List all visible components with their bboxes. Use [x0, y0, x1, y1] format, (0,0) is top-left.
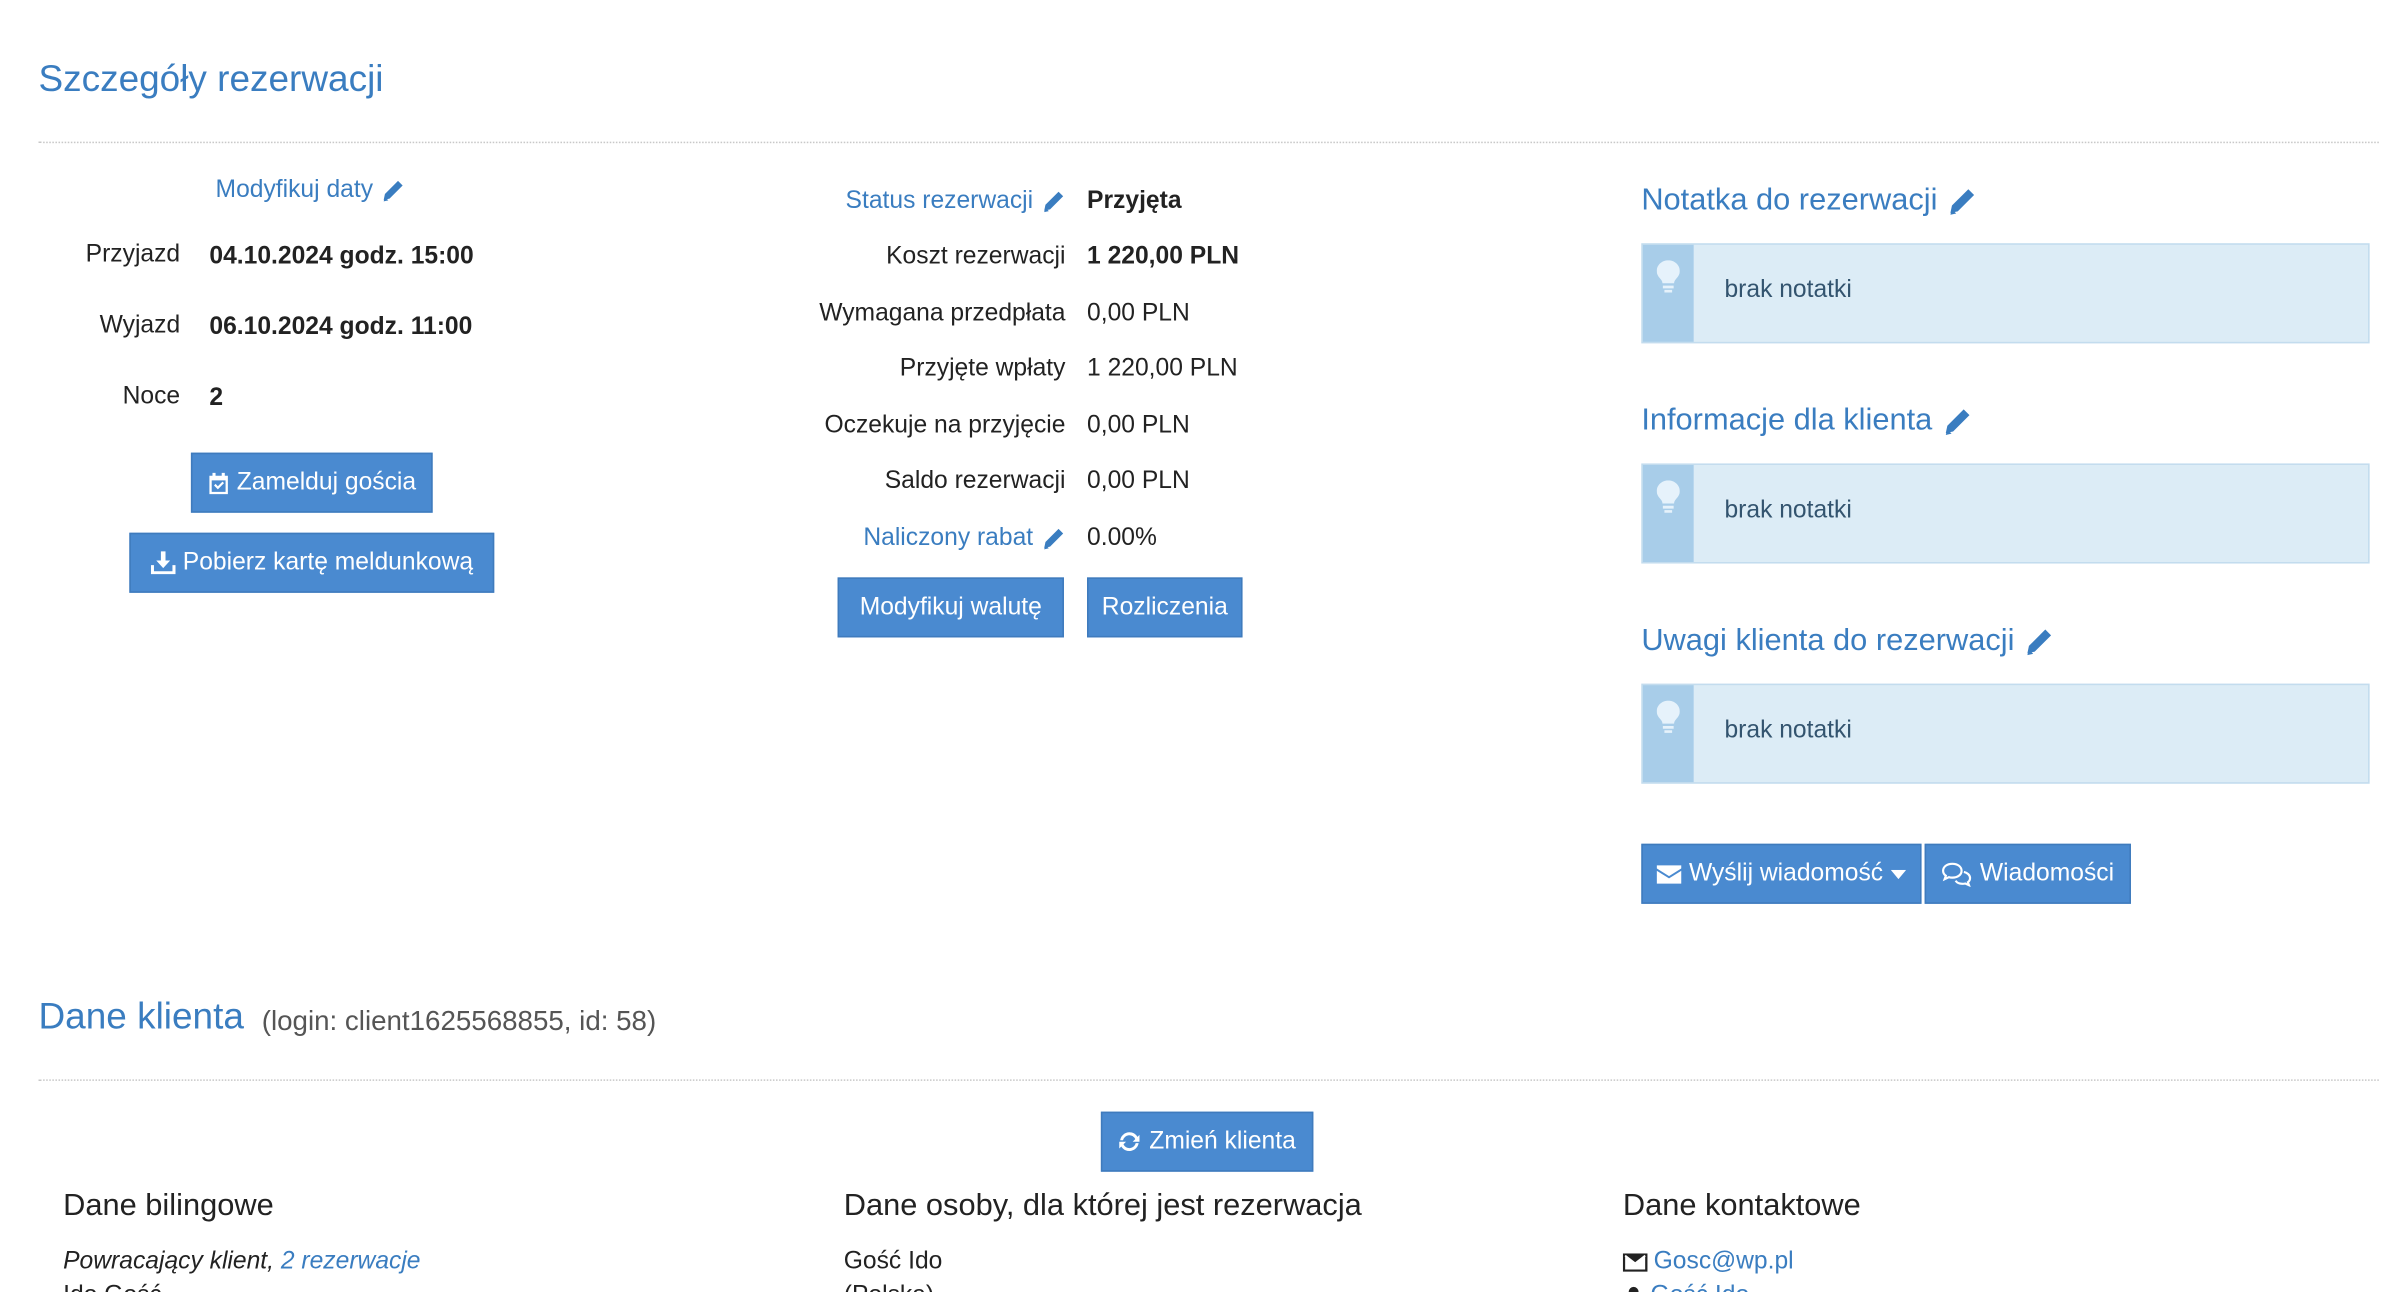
- contact-name-line: Gość Ido: [1623, 1283, 1749, 1292]
- messages-button[interactable]: Wiadomości: [1924, 843, 2131, 904]
- change-client-label: Zmień klienta: [1149, 1127, 1296, 1155]
- status-value: Przyjęta: [1087, 187, 1182, 215]
- change-client-button[interactable]: Zmień klienta: [1100, 1111, 1314, 1172]
- modify-dates-link[interactable]: Modyfikuj daty: [216, 177, 406, 205]
- lightbulb-icon: [1656, 480, 1680, 513]
- client-login-info: (login: client1625568855, id: 58): [261, 1005, 657, 1037]
- client-remarks-box: brak notatki: [1641, 683, 2370, 784]
- send-message-button[interactable]: Wyślij wiadomość: [1641, 843, 1922, 904]
- reservation-note-text: brak notatki: [1724, 277, 1852, 304]
- pencil-icon: [2027, 628, 2052, 655]
- pencil-icon: [1044, 191, 1064, 213]
- contact-email-link[interactable]: Gosc@wp.pl: [1654, 1249, 1794, 1277]
- download-card-button[interactable]: Pobierz kartę meldunkową: [129, 532, 495, 593]
- received-value: 1 220,00 PLN: [1087, 355, 1238, 382]
- cost-label: Koszt rezerwacji: [886, 243, 1066, 270]
- returning-client-text: Powracający klient,: [63, 1248, 274, 1275]
- pencil-icon: [1950, 188, 1975, 215]
- pending-value: 0,00 PLN: [1087, 412, 1190, 439]
- calendar-check-icon: [209, 471, 228, 494]
- arrival-value: 04.10.2024 godz. 15:00: [209, 243, 474, 270]
- contact-title: Dane kontaktowe: [1622, 1188, 1861, 1223]
- prepayment-label: Wymagana przedpłata: [819, 300, 1066, 327]
- discount-value: 0.00%: [1087, 525, 1157, 552]
- download-icon: [150, 551, 176, 575]
- cost-value: 1 220,00 PLN: [1087, 243, 1240, 270]
- discount-edit-link[interactable]: Naliczony rabat: [863, 525, 1065, 553]
- balance-label: Saldo rezerwacji: [884, 468, 1066, 495]
- contact-name-link[interactable]: Gość Ido: [1651, 1283, 1750, 1292]
- page-title: Szczegóły rezerwacji: [38, 58, 384, 101]
- envelope-icon: [1656, 864, 1682, 884]
- divider: [38, 141, 2379, 144]
- reservation-note-box: brak notatki: [1641, 243, 2370, 344]
- prepayment-value: 0,00 PLN: [1087, 300, 1190, 327]
- pending-label: Oczekuje na przyjęcie: [824, 412, 1066, 439]
- client-info-edit[interactable]: Informacje dla klienta: [1641, 403, 1972, 438]
- reservation-note-edit[interactable]: Notatka do rezerwacji: [1641, 183, 1977, 218]
- contact-email-line: Gosc@wp.pl: [1622, 1249, 1794, 1277]
- nights-value: 2: [209, 384, 224, 412]
- lightbulb-icon: [1656, 700, 1680, 733]
- status-label: Status rezerwacji: [845, 187, 1034, 215]
- departure-label: Wyjazd: [99, 312, 181, 339]
- refresh-icon: [1119, 1132, 1141, 1152]
- caret-down-icon: [1890, 869, 1907, 879]
- pencil-icon: [1945, 408, 1970, 435]
- client-info-title: Informacje dla klienta: [1641, 403, 1933, 438]
- received-label: Przyjęte wpłaty: [899, 355, 1066, 382]
- discount-label: Naliczony rabat: [863, 525, 1034, 552]
- client-section-title: Dane klienta: [38, 996, 244, 1038]
- returning-client-line: Powracający klient, 2 rezerwacje: [63, 1249, 420, 1277]
- client-remarks-title: Uwagi klienta do rezerwacji: [1641, 623, 2015, 658]
- guest-country: (Polska): [844, 1283, 934, 1292]
- modify-currency-button[interactable]: Modyfikuj walutę: [837, 577, 1064, 638]
- nights-label: Noce: [122, 383, 181, 410]
- pencil-icon: [1044, 528, 1064, 550]
- envelope-icon: [1622, 1253, 1648, 1272]
- messages-label: Wiadomości: [1979, 859, 2115, 887]
- guest-name: Gość Ido: [843, 1248, 943, 1275]
- pencil-icon: [384, 180, 404, 202]
- client-info-box: brak notatki: [1641, 463, 2370, 564]
- send-message-label: Wyślij wiadomość: [1688, 859, 1884, 887]
- reservations-link[interactable]: 2 rezerwacje: [281, 1249, 421, 1275]
- download-card-label: Pobierz kartę meldunkową: [182, 548, 474, 576]
- client-remarks-edit[interactable]: Uwagi klienta do rezerwacji: [1641, 624, 2054, 659]
- departure-value: 06.10.2024 godz. 11:00: [209, 314, 473, 341]
- checkin-guest-label: Zamelduj gościa: [236, 468, 417, 496]
- user-icon: [1628, 1286, 1639, 1292]
- client-info-text: brak notatki: [1724, 497, 1852, 524]
- arrival-label: Przyjazd: [85, 241, 181, 268]
- divider: [38, 1079, 2379, 1081]
- billing-title: Dane bilingowe: [63, 1188, 274, 1223]
- modify-dates-label: Modyfikuj daty: [215, 177, 374, 204]
- settlements-button[interactable]: Rozliczenia: [1087, 577, 1243, 638]
- billing-name: Ido Gość: [63, 1283, 162, 1292]
- client-remarks-text: brak notatki: [1724, 717, 1852, 744]
- status-edit-link[interactable]: Status rezerwacji: [846, 188, 1066, 216]
- guest-title: Dane osoby, dla której jest rezerwacja: [843, 1188, 1362, 1223]
- comments-icon: [1941, 861, 1972, 887]
- checkin-guest-button[interactable]: Zamelduj gościa: [190, 452, 433, 513]
- reservation-note-title: Notatka do rezerwacji: [1641, 183, 1938, 218]
- lightbulb-icon: [1656, 260, 1680, 293]
- balance-value: 0,00 PLN: [1087, 468, 1190, 495]
